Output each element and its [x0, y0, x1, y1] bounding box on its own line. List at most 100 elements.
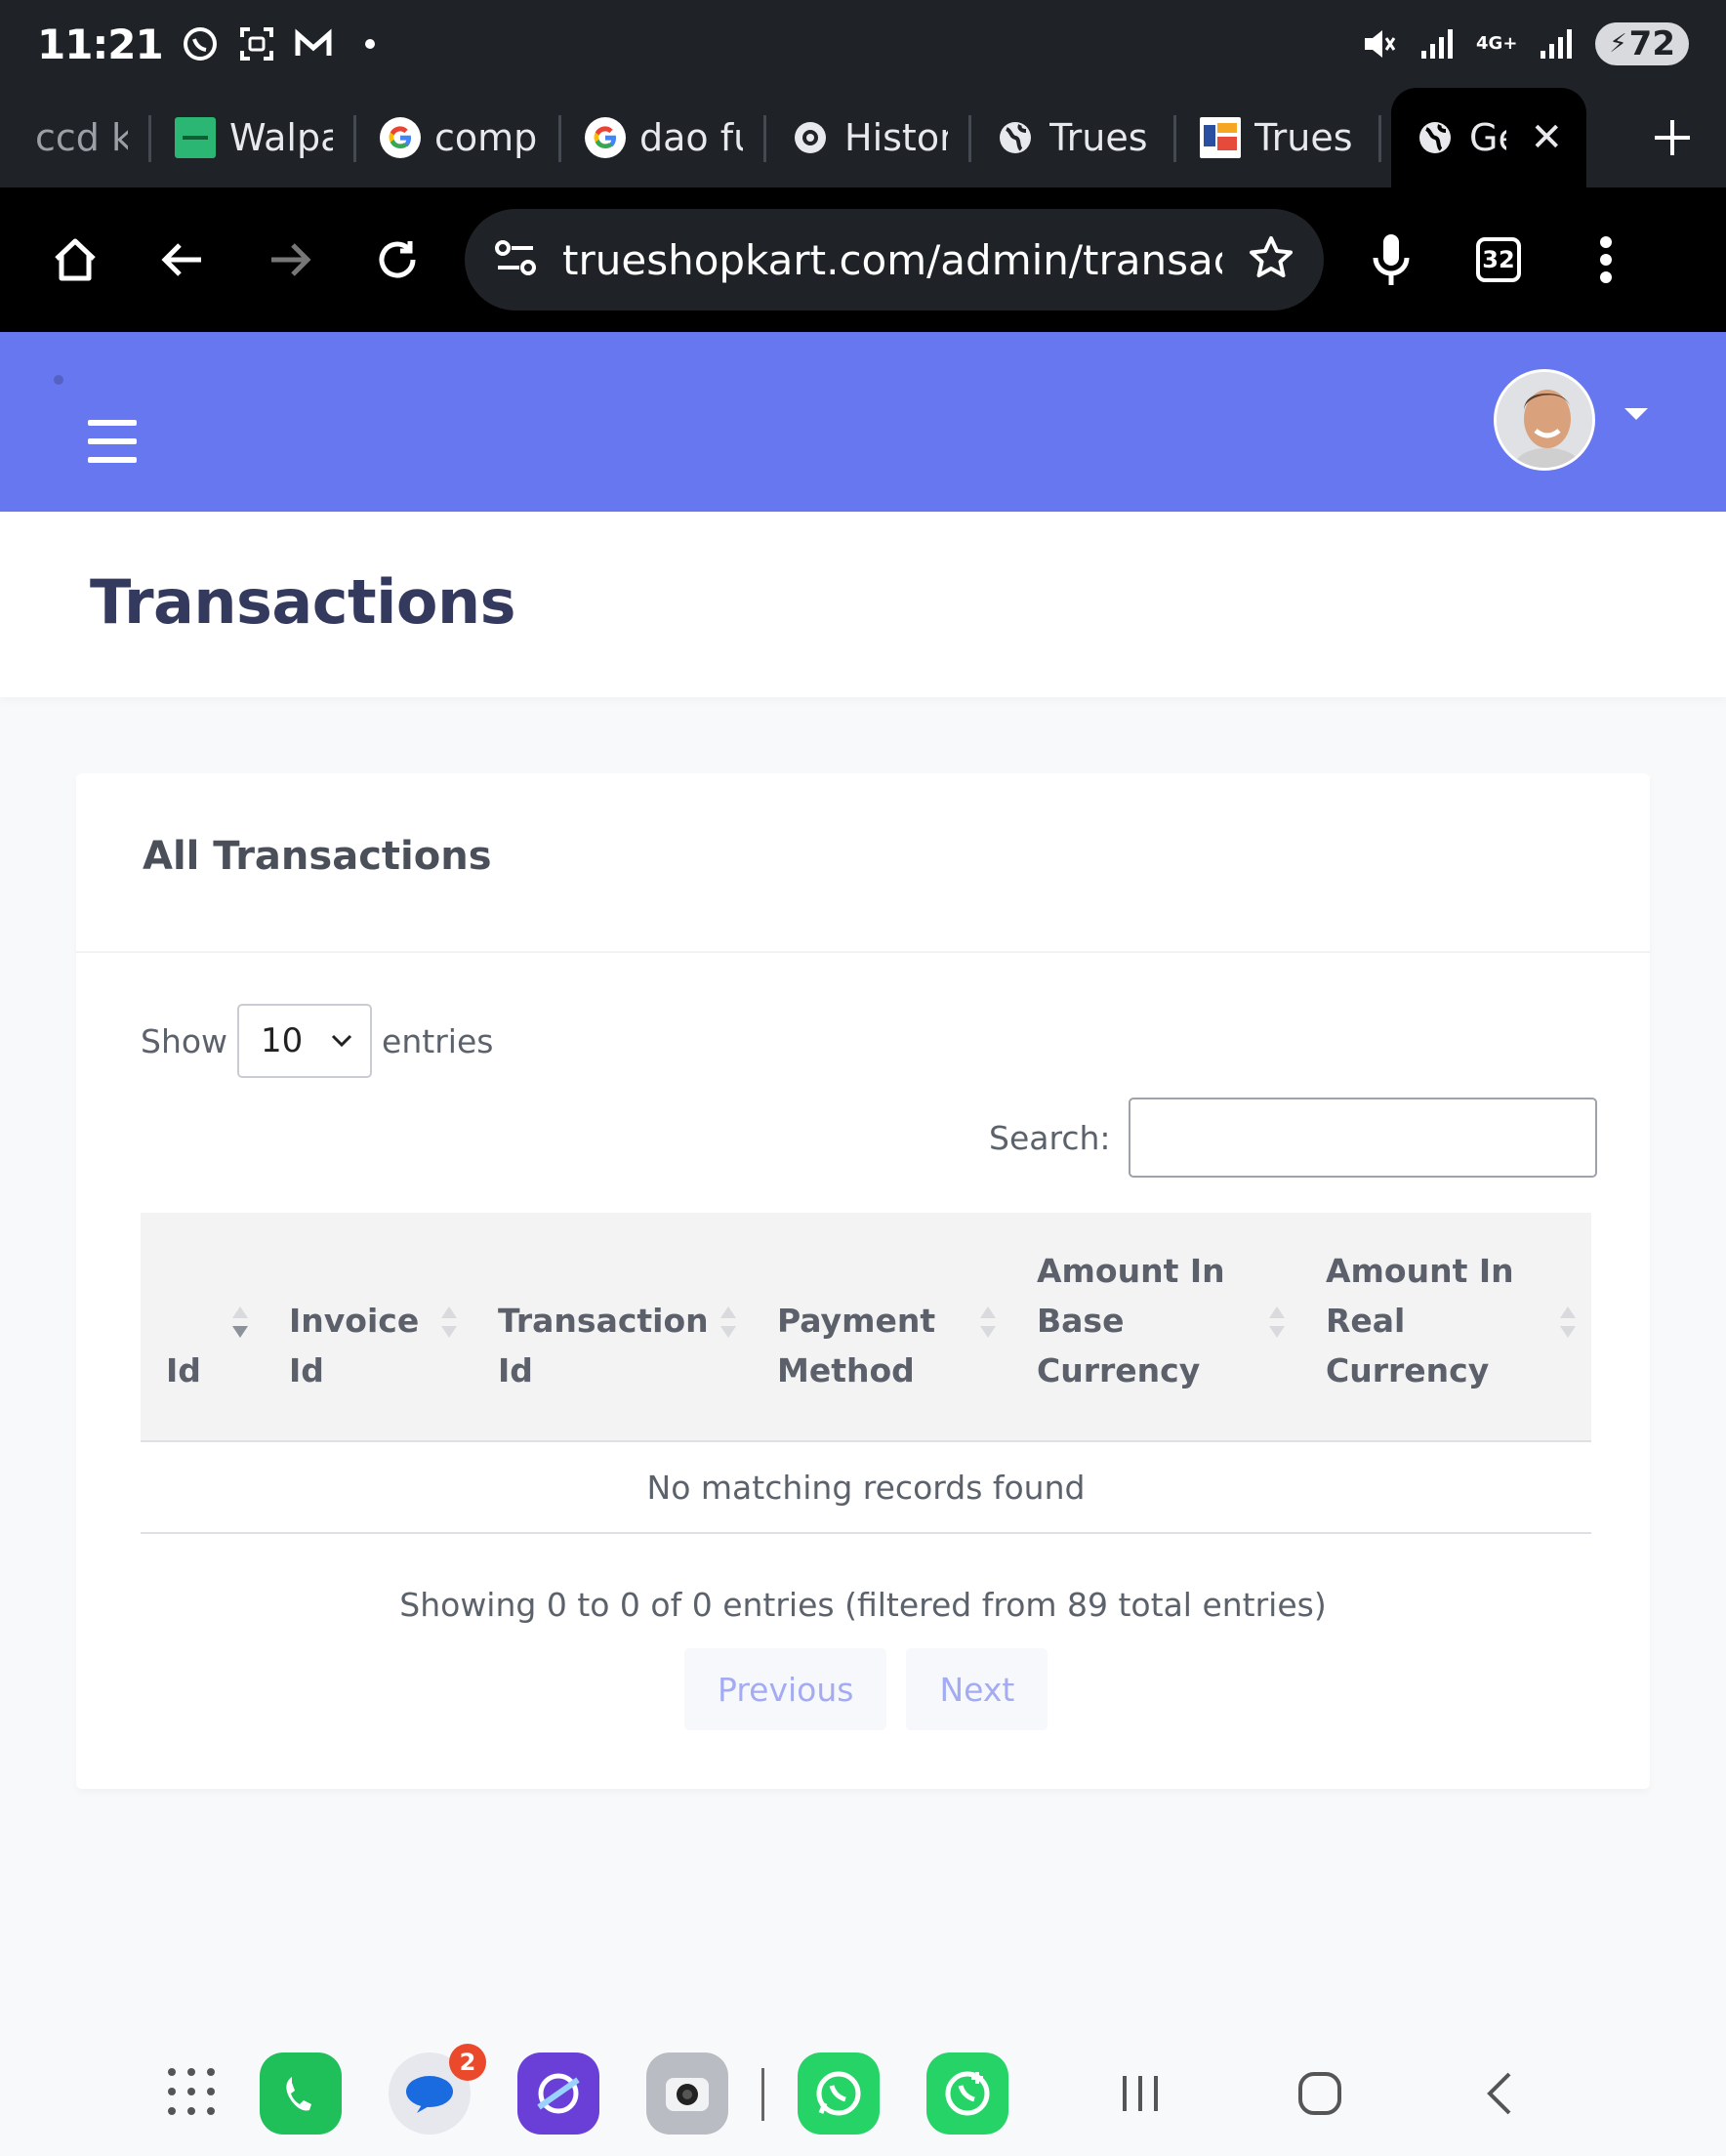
hamburger-menu-icon[interactable] [88, 420, 137, 463]
previous-page-button[interactable]: Previous [684, 1648, 887, 1730]
card-header: All Transactions [76, 773, 1650, 953]
sort-icon [978, 1306, 998, 1348]
tab-title: Trues [1049, 116, 1148, 159]
show-label: Show [141, 1021, 228, 1060]
column-header-amount-base-currency[interactable]: Amount In Base Currency [1011, 1213, 1300, 1442]
column-header-id[interactable]: Id [141, 1213, 264, 1442]
screenshot-icon [237, 24, 276, 63]
entries-per-page-select[interactable]: 10 [237, 1004, 373, 1078]
table-info: Showing 0 to 0 of 0 entries (filtered fr… [399, 1586, 1327, 1624]
chevron-down-icon [331, 1034, 352, 1048]
tab-title: Ge [1469, 116, 1506, 159]
header-line: Transaction [498, 1302, 709, 1340]
status-bar: 11:21 4G+ ⚡ 72 [0, 0, 1726, 88]
header-line: Currency [1037, 1351, 1201, 1389]
home-button[interactable] [21, 206, 129, 313]
mute-icon [1359, 24, 1398, 63]
battery-level: 72 [1628, 24, 1675, 63]
voice-search-button[interactable] [1337, 206, 1445, 313]
sort-icon [439, 1306, 459, 1348]
home-nav-icon[interactable] [1291, 2066, 1349, 2121]
next-page-button[interactable]: Next [906, 1648, 1048, 1730]
table-row: No matching records found [141, 1441, 1591, 1534]
forward-button[interactable] [236, 206, 344, 313]
plus-icon [1655, 120, 1690, 155]
header-line: Currency [1326, 1351, 1490, 1389]
entries-label: entries [382, 1021, 494, 1060]
trueshop-favicon [1200, 117, 1241, 158]
whatsapp-business-icon[interactable] [926, 2052, 1008, 2135]
globe-favicon [1415, 117, 1456, 158]
tab-title: Walpa [229, 116, 333, 159]
header-line: Invoice [289, 1302, 420, 1340]
charging-icon: ⚡ [1609, 29, 1627, 59]
table-header-row: Id Invoice Id Transaction Id Payment Met… [141, 1213, 1591, 1442]
browser-tab[interactable]: ccd ka [0, 88, 151, 187]
back-nav-icon[interactable] [1470, 2066, 1529, 2121]
internet-icon[interactable] [517, 2052, 599, 2135]
reload-button[interactable] [344, 206, 451, 313]
dot-icon [350, 24, 390, 63]
browser-tab[interactable]: dao fu [561, 88, 766, 187]
header-line: Real [1326, 1302, 1406, 1340]
transactions-card: All Transactions Show 10 entries Search:… [76, 773, 1650, 1789]
gmail-icon [294, 24, 333, 63]
camera-icon[interactable] [646, 2052, 728, 2135]
address-bar[interactable]: trueshopkart.com/admin/transac [465, 209, 1324, 311]
caret-down-icon[interactable] [1624, 408, 1648, 420]
table-search: Search: [989, 1098, 1597, 1178]
browser-toolbar: trueshopkart.com/admin/transac 32 [0, 187, 1726, 332]
globe-favicon [995, 117, 1036, 158]
whatsapp-icon[interactable] [798, 2052, 880, 2135]
browser-tab[interactable]: Trues [971, 88, 1176, 187]
url-text[interactable]: trueshopkart.com/admin/transac [562, 236, 1222, 284]
app-drawer-icon[interactable] [168, 2068, 215, 2115]
dock-divider [761, 2068, 764, 2121]
header-line: Method [777, 1351, 915, 1389]
browser-tab-active[interactable]: Ge ✕ [1391, 88, 1586, 187]
header-line: Id [289, 1351, 324, 1389]
whatsapp-status-icon [181, 24, 220, 63]
arrow-left-icon [161, 243, 201, 276]
microphone-icon [1373, 234, 1410, 285]
menu-button[interactable] [1552, 206, 1660, 313]
search-input[interactable] [1128, 1098, 1597, 1178]
close-tab-icon[interactable]: ✕ [1530, 115, 1563, 160]
walpa-favicon [175, 117, 216, 158]
tab-title: ccd ka [35, 116, 128, 159]
new-tab-button[interactable] [1619, 88, 1726, 187]
tab-title: Trues [1254, 116, 1353, 159]
avatar[interactable] [1494, 369, 1595, 471]
pagination: Previous Next [684, 1648, 1048, 1730]
tab-title: Histor [844, 116, 948, 159]
back-button[interactable] [129, 206, 236, 313]
dot-icon [54, 375, 63, 385]
browser-tab[interactable]: comp [356, 88, 561, 187]
home-icon [55, 238, 96, 281]
battery-indicator: ⚡ 72 [1595, 22, 1689, 65]
column-header-amount-real-currency[interactable]: Amount In Real Currency [1300, 1213, 1591, 1442]
browser-tab[interactable]: Trues [1176, 88, 1381, 187]
search-label: Search: [989, 1118, 1111, 1157]
recent-apps-icon[interactable] [1111, 2066, 1170, 2121]
tab-title: dao fu [639, 116, 743, 159]
sort-icon [1267, 1306, 1287, 1348]
column-header-transaction-id[interactable]: Transaction Id [473, 1213, 752, 1442]
header-line: Base [1037, 1302, 1125, 1340]
column-header-invoice-id[interactable]: Invoice Id [264, 1213, 473, 1442]
bookmark-star-icon[interactable] [1248, 234, 1294, 285]
tab-count: 32 [1476, 237, 1521, 282]
header-line: Amount In [1037, 1252, 1225, 1290]
column-header-payment-method[interactable]: Payment Method [752, 1213, 1011, 1442]
tab-switcher-button[interactable]: 32 [1445, 206, 1552, 313]
browser-tab[interactable]: Walpa [151, 88, 356, 187]
browser-tab[interactable]: Histor [766, 88, 971, 187]
header-line: Id [166, 1351, 201, 1389]
phone-icon[interactable] [260, 2052, 342, 2135]
tab-strip: ccd ka Walpa comp dao fu Histor Trues [0, 88, 1726, 187]
site-settings-icon[interactable] [494, 238, 537, 281]
signal-icon [1418, 24, 1457, 63]
notification-badge: 2 [449, 2044, 486, 2081]
status-time: 11:21 [37, 20, 164, 68]
header-line: Id [498, 1351, 533, 1389]
